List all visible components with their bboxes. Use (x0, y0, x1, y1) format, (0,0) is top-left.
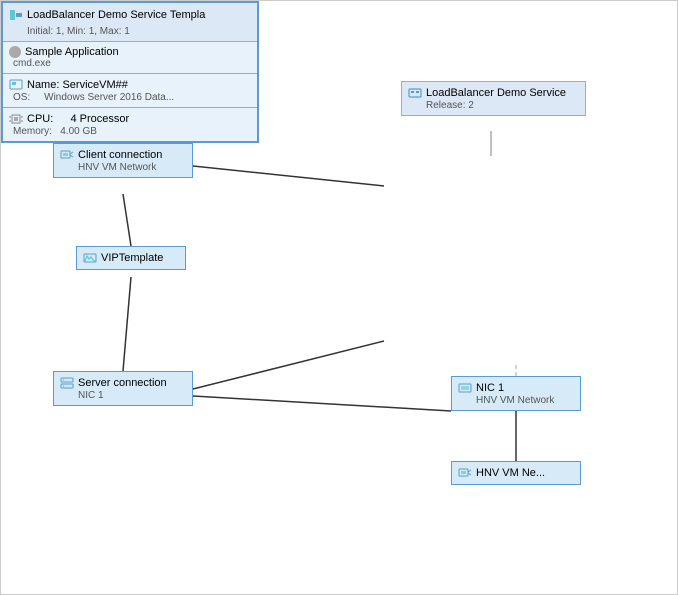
nic-title-row: NIC 1 (458, 381, 574, 395)
client-subtitle: HNV VM Network (60, 162, 186, 173)
sample-app-sub: cmd.exe (9, 58, 251, 69)
sample-app-icon (9, 46, 21, 58)
client-title-row: Client connection (60, 148, 186, 162)
lb-template-subtitle: Initial: 1, Min: 1, Max: 1 (3, 26, 257, 41)
hnv-icon (458, 466, 472, 480)
nic-icon (458, 381, 472, 395)
nic-title: NIC 1 (476, 382, 504, 394)
cpu-section: CPU: 4 Processor Memory: 4.00 GB (3, 107, 257, 141)
node-lb-service[interactable]: LoadBalancer Demo Service Release: 2 (401, 81, 586, 116)
cpu-row: CPU: 4 Processor (9, 112, 251, 126)
sample-app-title-row: Sample Application (9, 46, 251, 58)
server-title-row: Server connection (60, 376, 186, 390)
vip-title: VIPTemplate (101, 252, 163, 264)
node-client-connection[interactable]: Client connection HNV VM Network (53, 143, 193, 178)
memory-row: Memory: 4.00 GB (9, 126, 251, 137)
lb-service-title-row: LoadBalancer Demo Service (408, 86, 579, 100)
hnv-title: HNV VM Ne... (476, 467, 545, 479)
node-nic1[interactable]: NIC 1 HNV VM Network (451, 376, 581, 411)
vm-section: Name: ServiceVM## OS: Windows Server 201… (3, 73, 257, 107)
sample-app-section: Sample Application cmd.exe (3, 41, 257, 73)
client-title: Client connection (78, 149, 162, 161)
vip-title-row: VIPTemplate (83, 251, 179, 265)
lb-service-subtitle: Release: 2 (408, 100, 579, 111)
lb-template-header: LoadBalancer Demo Service Templa (3, 3, 257, 26)
node-server-connection[interactable]: Server connection NIC 1 (53, 371, 193, 406)
lb-template-icon (9, 8, 23, 22)
cpu-icon (9, 112, 23, 126)
vm-name-label: Name: ServiceVM## (27, 79, 128, 91)
hnv-title-row: HNV VM Ne... (458, 466, 574, 480)
vm-name-row: Name: ServiceVM## (9, 78, 251, 92)
mem-label: Memory: (13, 126, 52, 137)
node-lb-template[interactable]: LoadBalancer Demo Service Templa Initial… (1, 1, 259, 143)
lb-service-title: LoadBalancer Demo Service (426, 87, 566, 99)
server-icon (60, 376, 74, 390)
cpu-value: 4 Processor (70, 113, 129, 125)
vm-os-label: OS: (13, 92, 30, 103)
server-title: Server connection (78, 377, 167, 389)
node-hnv-network[interactable]: HNV VM Ne... (451, 461, 581, 485)
vm-os-row: OS: Windows Server 2016 Data... (9, 92, 251, 103)
vm-os-value: Windows Server 2016 Data... (44, 92, 174, 103)
vip-icon (83, 251, 97, 265)
nic-subtitle: HNV VM Network (458, 395, 574, 406)
lb-service-icon (408, 86, 422, 100)
client-icon (60, 148, 74, 162)
lb-template-title: LoadBalancer Demo Service Templa (27, 9, 205, 21)
mem-value: 4.00 GB (60, 126, 97, 137)
canvas: LoadBalancer Demo Service Release: 2 Loa… (0, 0, 678, 595)
node-vip-template[interactable]: VIPTemplate (76, 246, 186, 270)
vm-icon (9, 78, 23, 92)
sample-app-label: Sample Application (25, 46, 119, 58)
server-subtitle: NIC 1 (60, 390, 186, 401)
cpu-label: CPU: (27, 113, 53, 125)
